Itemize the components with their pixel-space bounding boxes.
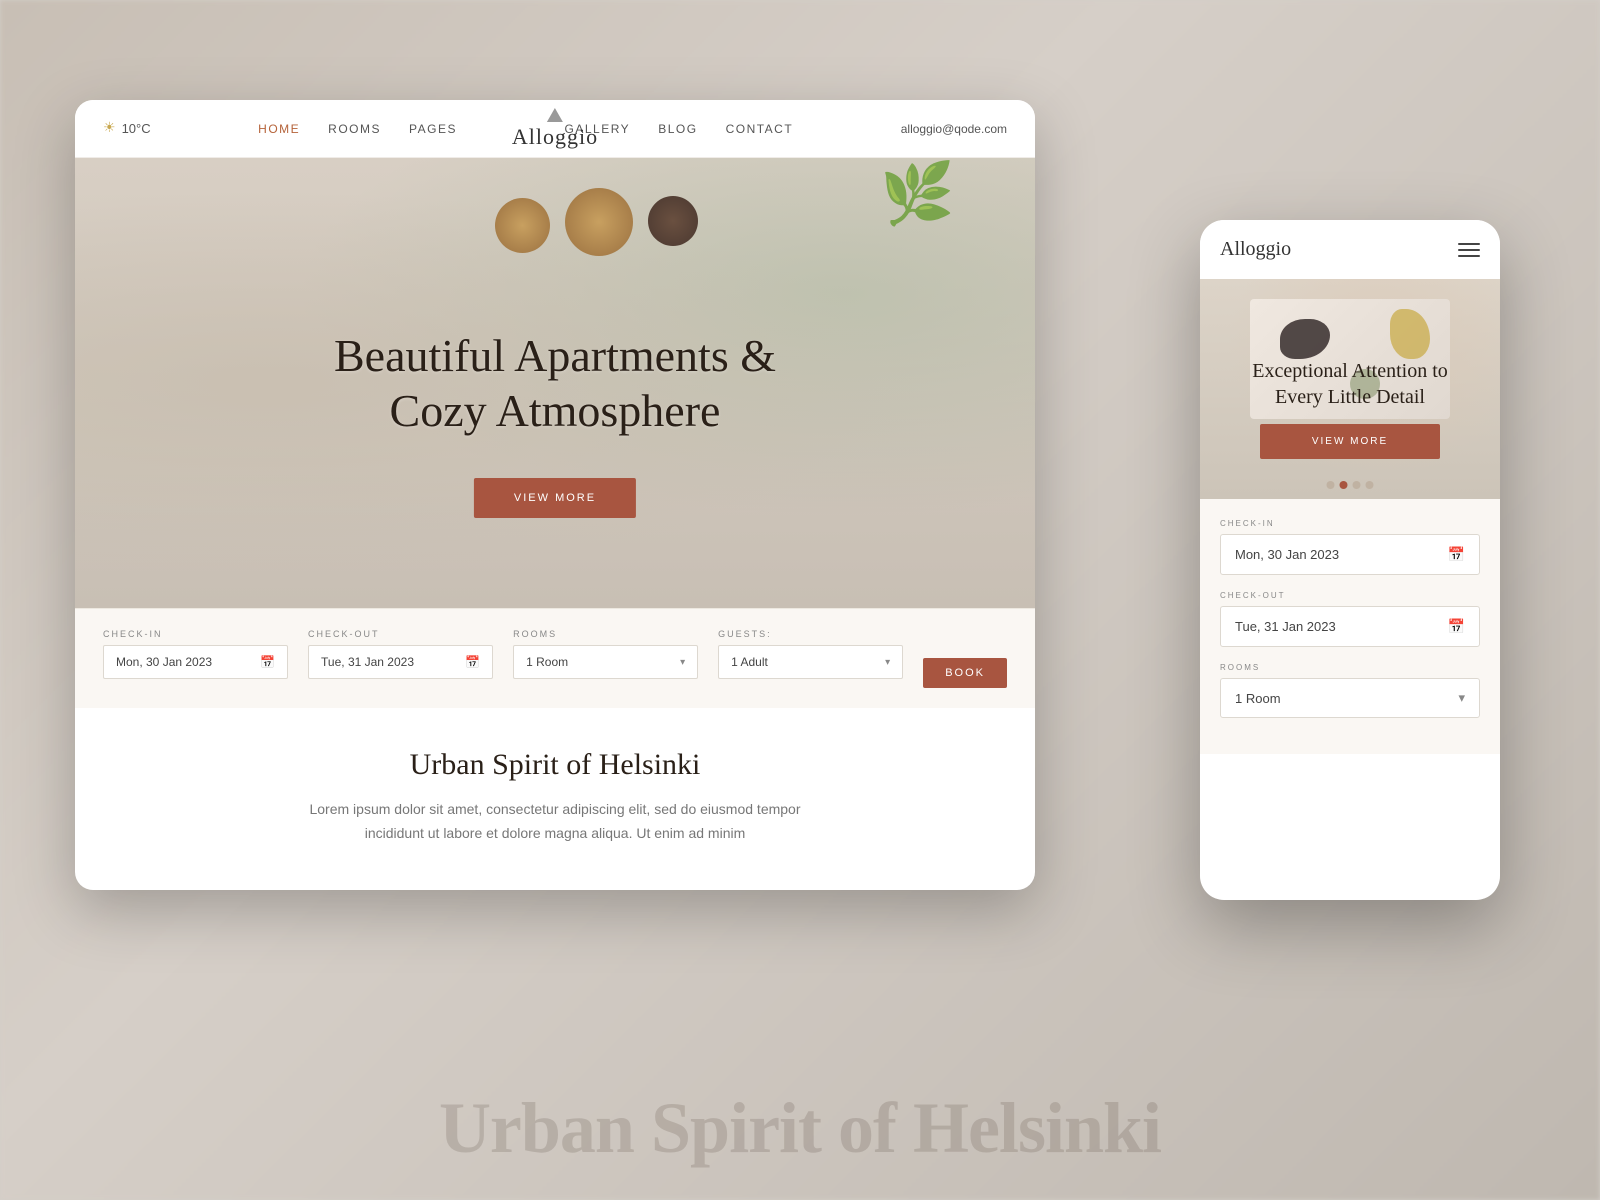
guests-select[interactable]: 1 Adult ▾ bbox=[718, 645, 903, 679]
checkin-label: CHECK-IN bbox=[103, 629, 288, 639]
mobile-checkin-value: Mon, 30 Jan 2023 bbox=[1235, 547, 1339, 562]
mobile-rooms-value: 1 Room bbox=[1235, 691, 1281, 706]
content-title: Urban Spirit of Helsinki bbox=[155, 748, 955, 782]
mobile-rooms-select[interactable]: 1 Room ▾ bbox=[1220, 678, 1480, 718]
mobile-checkout-field: CHECK-OUT Tue, 31 Jan 2023 📅 bbox=[1220, 591, 1480, 647]
dot-1[interactable] bbox=[1327, 481, 1335, 489]
hamburger-line-1 bbox=[1458, 243, 1480, 245]
sun-icon: ☀ bbox=[103, 120, 116, 137]
checkout-value: Tue, 31 Jan 2023 bbox=[321, 655, 414, 669]
mobile-hero-cta-button[interactable]: VIEW MORE bbox=[1260, 424, 1440, 459]
hero-cta-button[interactable]: VIEW MORE bbox=[474, 478, 636, 518]
mobile-hero-content: Exceptional Attention to Every Little De… bbox=[1200, 358, 1500, 459]
mobile-logo: Alloggio bbox=[1220, 238, 1291, 261]
mobile-rooms-label: ROOMS bbox=[1220, 663, 1480, 672]
checkout-label: CHECK-OUT bbox=[308, 629, 493, 639]
checkin-field: CHECK-IN Mon, 30 Jan 2023 📅 bbox=[103, 629, 288, 679]
dot-2-active[interactable] bbox=[1340, 481, 1348, 489]
desktop-content: Urban Spirit of Helsinki Lorem ipsum dol… bbox=[75, 708, 1035, 866]
nav-link-rooms[interactable]: ROOMS bbox=[328, 122, 381, 136]
rooms-field: ROOMS 1 Room ▾ bbox=[513, 629, 698, 679]
hamburger-button[interactable] bbox=[1458, 243, 1480, 257]
hero-title-line2: Cozy Atmosphere bbox=[390, 385, 721, 436]
rooms-select[interactable]: 1 Room ▾ bbox=[513, 645, 698, 679]
nav-link-home[interactable]: HOME bbox=[258, 122, 300, 136]
logo-triangle-icon bbox=[547, 108, 563, 122]
mobile-booking: CHECK-IN Mon, 30 Jan 2023 📅 CHECK-OUT Tu… bbox=[1200, 499, 1500, 754]
guests-value: 1 Adult bbox=[731, 655, 768, 669]
booking-bar: CHECK-IN Mon, 30 Jan 2023 📅 CHECK-OUT Tu… bbox=[75, 608, 1035, 708]
wall-circle-3 bbox=[648, 196, 698, 246]
nav-email: alloggio@qode.com bbox=[901, 122, 1007, 136]
wall-decorations bbox=[495, 188, 698, 256]
art-blob-gold bbox=[1390, 309, 1430, 359]
wall-circle-2 bbox=[565, 188, 633, 256]
guests-field: GUESTS: 1 Adult ▾ bbox=[718, 629, 903, 679]
mobile-hero-title: Exceptional Attention to Every Little De… bbox=[1220, 358, 1480, 410]
calendar-icon-2: 📅 bbox=[465, 655, 480, 669]
nav-link-contact[interactable]: CONTACT bbox=[726, 122, 794, 136]
desktop-hero: 🌿 Beautiful Apartments & Cozy Atmosphere… bbox=[75, 158, 1035, 608]
mobile-checkout-label: CHECK-OUT bbox=[1220, 591, 1480, 600]
mobile-checkout-value: Tue, 31 Jan 2023 bbox=[1235, 619, 1336, 634]
mobile-nav: Alloggio bbox=[1200, 220, 1500, 279]
content-text: Lorem ipsum dolor sit amet, consectetur … bbox=[305, 798, 805, 846]
dot-3[interactable] bbox=[1353, 481, 1361, 489]
book-now-button[interactable]: BOOK bbox=[923, 658, 1007, 688]
weather-temp: 10°C bbox=[122, 121, 151, 136]
background-text: Urban Spirit of Helsinki bbox=[439, 1087, 1161, 1170]
hero-title-line1: Beautiful Apartments & bbox=[334, 330, 776, 381]
rooms-value: 1 Room bbox=[526, 655, 568, 669]
desktop-logo: Alloggio bbox=[512, 108, 598, 150]
nav-links: HOME ROOMS PAGES bbox=[258, 122, 457, 136]
mobile-hero: Exceptional Attention to Every Little De… bbox=[1200, 279, 1500, 499]
hero-dots bbox=[1327, 481, 1374, 489]
mobile-rooms-field: ROOMS 1 Room ▾ bbox=[1220, 663, 1480, 718]
chevron-down-icon: ▾ bbox=[680, 657, 685, 668]
desktop-nav: ☀ 10°C HOME ROOMS PAGES Alloggio GALLERY… bbox=[75, 100, 1035, 158]
mobile-hero-title-line2: Every Little Detail bbox=[1275, 386, 1425, 408]
dot-4[interactable] bbox=[1366, 481, 1374, 489]
wall-circle-1 bbox=[495, 198, 550, 253]
checkout-input[interactable]: Tue, 31 Jan 2023 📅 bbox=[308, 645, 493, 679]
desktop-mockup: ☀ 10°C HOME ROOMS PAGES Alloggio GALLERY… bbox=[75, 100, 1035, 890]
nav-link-pages[interactable]: PAGES bbox=[409, 122, 457, 136]
mobile-calendar-icon: 📅 bbox=[1448, 546, 1465, 563]
guests-label: GUESTS: bbox=[718, 629, 903, 639]
checkin-input[interactable]: Mon, 30 Jan 2023 📅 bbox=[103, 645, 288, 679]
mobile-mockup: Alloggio Exceptional Attention to Every … bbox=[1200, 220, 1500, 900]
hero-title: Beautiful Apartments & Cozy Atmosphere bbox=[334, 328, 776, 438]
hamburger-line-3 bbox=[1458, 255, 1480, 257]
rooms-label: ROOMS bbox=[513, 629, 698, 639]
art-blob-dark bbox=[1280, 319, 1330, 359]
plant-decoration: 🌿 bbox=[880, 158, 955, 229]
logo-text: Alloggio bbox=[512, 124, 598, 149]
nav-weather: ☀ 10°C bbox=[103, 120, 151, 137]
mobile-chevron-down-icon: ▾ bbox=[1458, 690, 1465, 706]
mobile-checkin-input[interactable]: Mon, 30 Jan 2023 📅 bbox=[1220, 534, 1480, 575]
nav-link-blog[interactable]: BLOG bbox=[658, 122, 697, 136]
mobile-checkin-field: CHECK-IN Mon, 30 Jan 2023 📅 bbox=[1220, 519, 1480, 575]
mobile-checkin-label: CHECK-IN bbox=[1220, 519, 1480, 528]
chevron-down-icon-2: ▾ bbox=[885, 657, 890, 668]
mobile-checkout-input[interactable]: Tue, 31 Jan 2023 📅 bbox=[1220, 606, 1480, 647]
mobile-calendar-icon-2: 📅 bbox=[1448, 618, 1465, 635]
nav-links-right: GALLERY BLOG CONTACT bbox=[565, 122, 794, 136]
checkin-value: Mon, 30 Jan 2023 bbox=[116, 655, 212, 669]
hamburger-line-2 bbox=[1458, 249, 1480, 251]
mobile-hero-title-line1: Exceptional Attention to bbox=[1252, 360, 1448, 382]
calendar-icon: 📅 bbox=[260, 655, 275, 669]
checkout-field: CHECK-OUT Tue, 31 Jan 2023 📅 bbox=[308, 629, 493, 679]
